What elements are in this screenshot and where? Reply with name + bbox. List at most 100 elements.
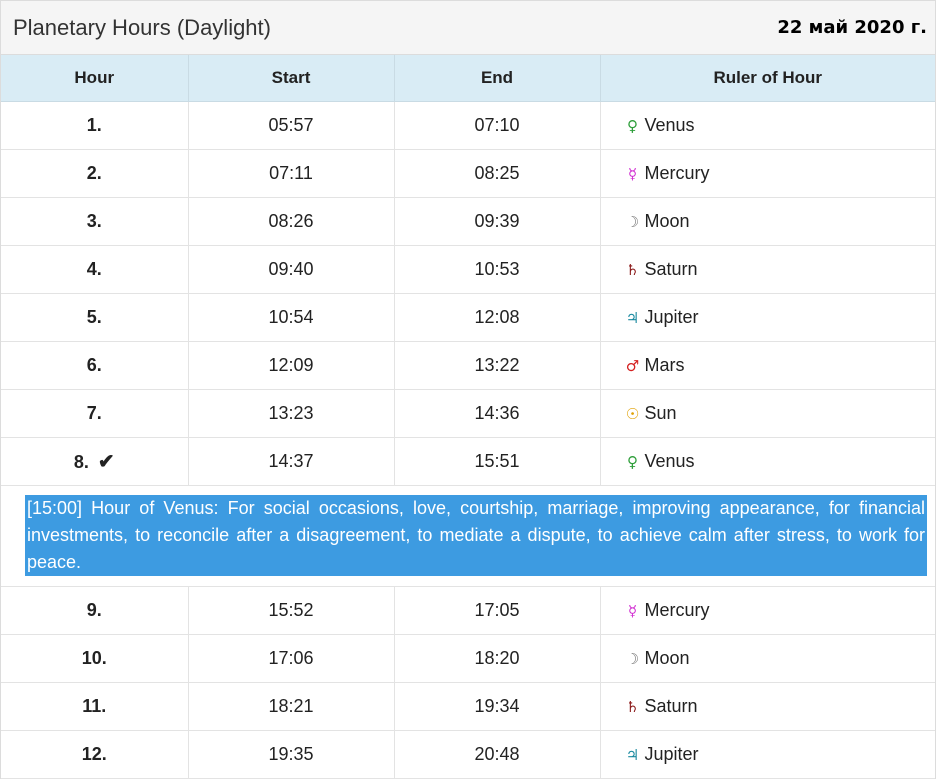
planetary-hours-panel: Planetary Hours (Daylight) 22 май 2020 г… xyxy=(0,0,936,779)
ruler-name: Sun xyxy=(644,402,677,423)
saturn-icon: ♄ xyxy=(625,260,640,279)
end-cell: 14:36 xyxy=(394,389,601,438)
ruler-cell: ☿ Mercury xyxy=(600,149,935,198)
table-row: 9. 15:52 17:05 ☿ Mercury xyxy=(1,586,935,635)
ruler-name: Saturn xyxy=(644,258,698,279)
table-row: 6. 12:09 13:22 ♂ Mars xyxy=(1,341,935,390)
start-cell: 05:57 xyxy=(188,101,395,150)
hour-number: 2. xyxy=(86,162,102,183)
column-header-ruler: Ruler of Hour xyxy=(600,55,935,102)
hours-table: Hour Start End Ruler of Hour 1. 05:57 07:1… xyxy=(1,55,935,779)
hour-cell: 1. xyxy=(1,101,189,150)
ruler-name: Mercury xyxy=(644,162,710,183)
hour-cell: 8. ✔ xyxy=(1,437,189,486)
jupiter-icon: ♃ xyxy=(625,745,640,764)
end-cell: 15:51 xyxy=(394,437,601,486)
ruler-cell: ♃ Jupiter xyxy=(600,293,935,342)
hour-cell: 2. xyxy=(1,149,189,198)
end-cell: 09:39 xyxy=(394,197,601,246)
ruler-cell: ♀ Venus xyxy=(600,437,935,486)
end-cell: 13:22 xyxy=(394,341,601,390)
hour-number: 12. xyxy=(81,743,107,764)
start-cell: 15:52 xyxy=(188,586,395,635)
ruler-name: Mercury xyxy=(644,599,710,620)
mars-icon: ♂ xyxy=(625,356,640,375)
table-row: 5. 10:54 12:08 ♃ Jupiter xyxy=(1,293,935,342)
table-row: 12. 19:35 20:48 ♃ Jupiter xyxy=(1,730,935,779)
jupiter-icon: ♃ xyxy=(625,308,640,327)
hour-number: 3. xyxy=(86,210,102,231)
ruler-cell: ☿ Mercury xyxy=(600,586,935,635)
hour-number: 8. xyxy=(73,451,89,472)
moon-icon: ☽ xyxy=(625,212,640,231)
column-header-end: End xyxy=(394,55,601,102)
hour-cell: 3. xyxy=(1,197,189,246)
mercury-icon: ☿ xyxy=(627,601,638,620)
ruler-cell: ♀ Venus xyxy=(600,101,935,150)
start-cell: 12:09 xyxy=(188,341,395,390)
ruler-name: Moon xyxy=(644,210,690,231)
ruler-name: Mars xyxy=(644,354,685,375)
hour-cell: 7. xyxy=(1,389,189,438)
table-row: 10. 17:06 18:20 ☽ Moon xyxy=(1,634,935,683)
ruler-cell: ☉ Sun xyxy=(600,389,935,438)
table-row: 4. 09:40 10:53 ♄ Saturn xyxy=(1,245,935,294)
ruler-name: Jupiter xyxy=(644,743,699,764)
table-row: 8. ✔ 14:37 15:51 ♀ Venus xyxy=(1,437,935,486)
start-cell: 17:06 xyxy=(188,634,395,683)
end-cell: 20:48 xyxy=(394,730,601,779)
table-header-row: Hour Start End Ruler of Hour xyxy=(1,55,935,102)
hour-cell: 9. xyxy=(1,586,189,635)
end-cell: 08:25 xyxy=(394,149,601,198)
hour-cell: 11. xyxy=(1,682,189,731)
date-label: 22 май 2020 г. xyxy=(777,17,927,38)
table-body: 1. 05:57 07:10 ♀ Venus 2. 07:11 08:25 ☿ Mercury 3.… xyxy=(1,101,935,779)
column-header-hour: Hour xyxy=(1,55,189,102)
ruler-cell: ♃ Jupiter xyxy=(600,730,935,779)
hour-number: 1. xyxy=(86,114,102,135)
hour-number: 11. xyxy=(82,695,107,716)
table-row: 1. 05:57 07:10 ♀ Venus xyxy=(1,101,935,150)
table-row: 2. 07:11 08:25 ☿ Mercury xyxy=(1,149,935,198)
start-cell: 08:26 xyxy=(188,197,395,246)
moon-icon: ☽ xyxy=(625,649,640,668)
current-hour-check-icon: ✔ xyxy=(97,450,115,473)
start-cell: 13:23 xyxy=(188,389,395,438)
sun-icon: ☉ xyxy=(625,404,640,423)
hour-number: 4. xyxy=(86,258,102,279)
hour-cell: 6. xyxy=(1,341,189,390)
hour-cell: 10. xyxy=(1,634,189,683)
start-cell: 19:35 xyxy=(188,730,395,779)
end-cell: 12:08 xyxy=(394,293,601,342)
hour-number: 9. xyxy=(86,599,102,620)
mercury-icon: ☿ xyxy=(627,164,638,183)
end-cell: 17:05 xyxy=(394,586,601,635)
ruler-name: Venus xyxy=(644,450,695,471)
hour-cell: 5. xyxy=(1,293,189,342)
hour-number: 6. xyxy=(86,354,102,375)
panel-header: Planetary Hours (Daylight) 22 май 2020 г… xyxy=(1,1,935,55)
ruler-name: Saturn xyxy=(644,695,698,716)
start-cell: 07:11 xyxy=(188,149,395,198)
hour-description-row: [15:00] Hour of Venus: For social occasi… xyxy=(1,485,935,587)
start-cell: 18:21 xyxy=(188,682,395,731)
hour-number: 7. xyxy=(86,402,102,423)
start-cell: 09:40 xyxy=(188,245,395,294)
venus-icon: ♀ xyxy=(627,116,638,135)
ruler-name: Moon xyxy=(644,647,690,668)
column-header-start: Start xyxy=(188,55,395,102)
ruler-name: Venus xyxy=(644,114,695,135)
end-cell: 10:53 xyxy=(394,245,601,294)
start-cell: 14:37 xyxy=(188,437,395,486)
table-row: 3. 08:26 09:39 ☽ Moon xyxy=(1,197,935,246)
table-row: 7. 13:23 14:36 ☉ Sun xyxy=(1,389,935,438)
hour-number: 5. xyxy=(86,306,102,327)
hour-cell: 12. xyxy=(1,730,189,779)
hour-cell: 4. xyxy=(1,245,189,294)
saturn-icon: ♄ xyxy=(625,697,640,716)
end-cell: 19:34 xyxy=(394,682,601,731)
ruler-cell: ♂ Mars xyxy=(600,341,935,390)
end-cell: 18:20 xyxy=(394,634,601,683)
ruler-cell: ☽ Moon xyxy=(600,197,935,246)
ruler-cell: ♄ Saturn xyxy=(600,682,935,731)
